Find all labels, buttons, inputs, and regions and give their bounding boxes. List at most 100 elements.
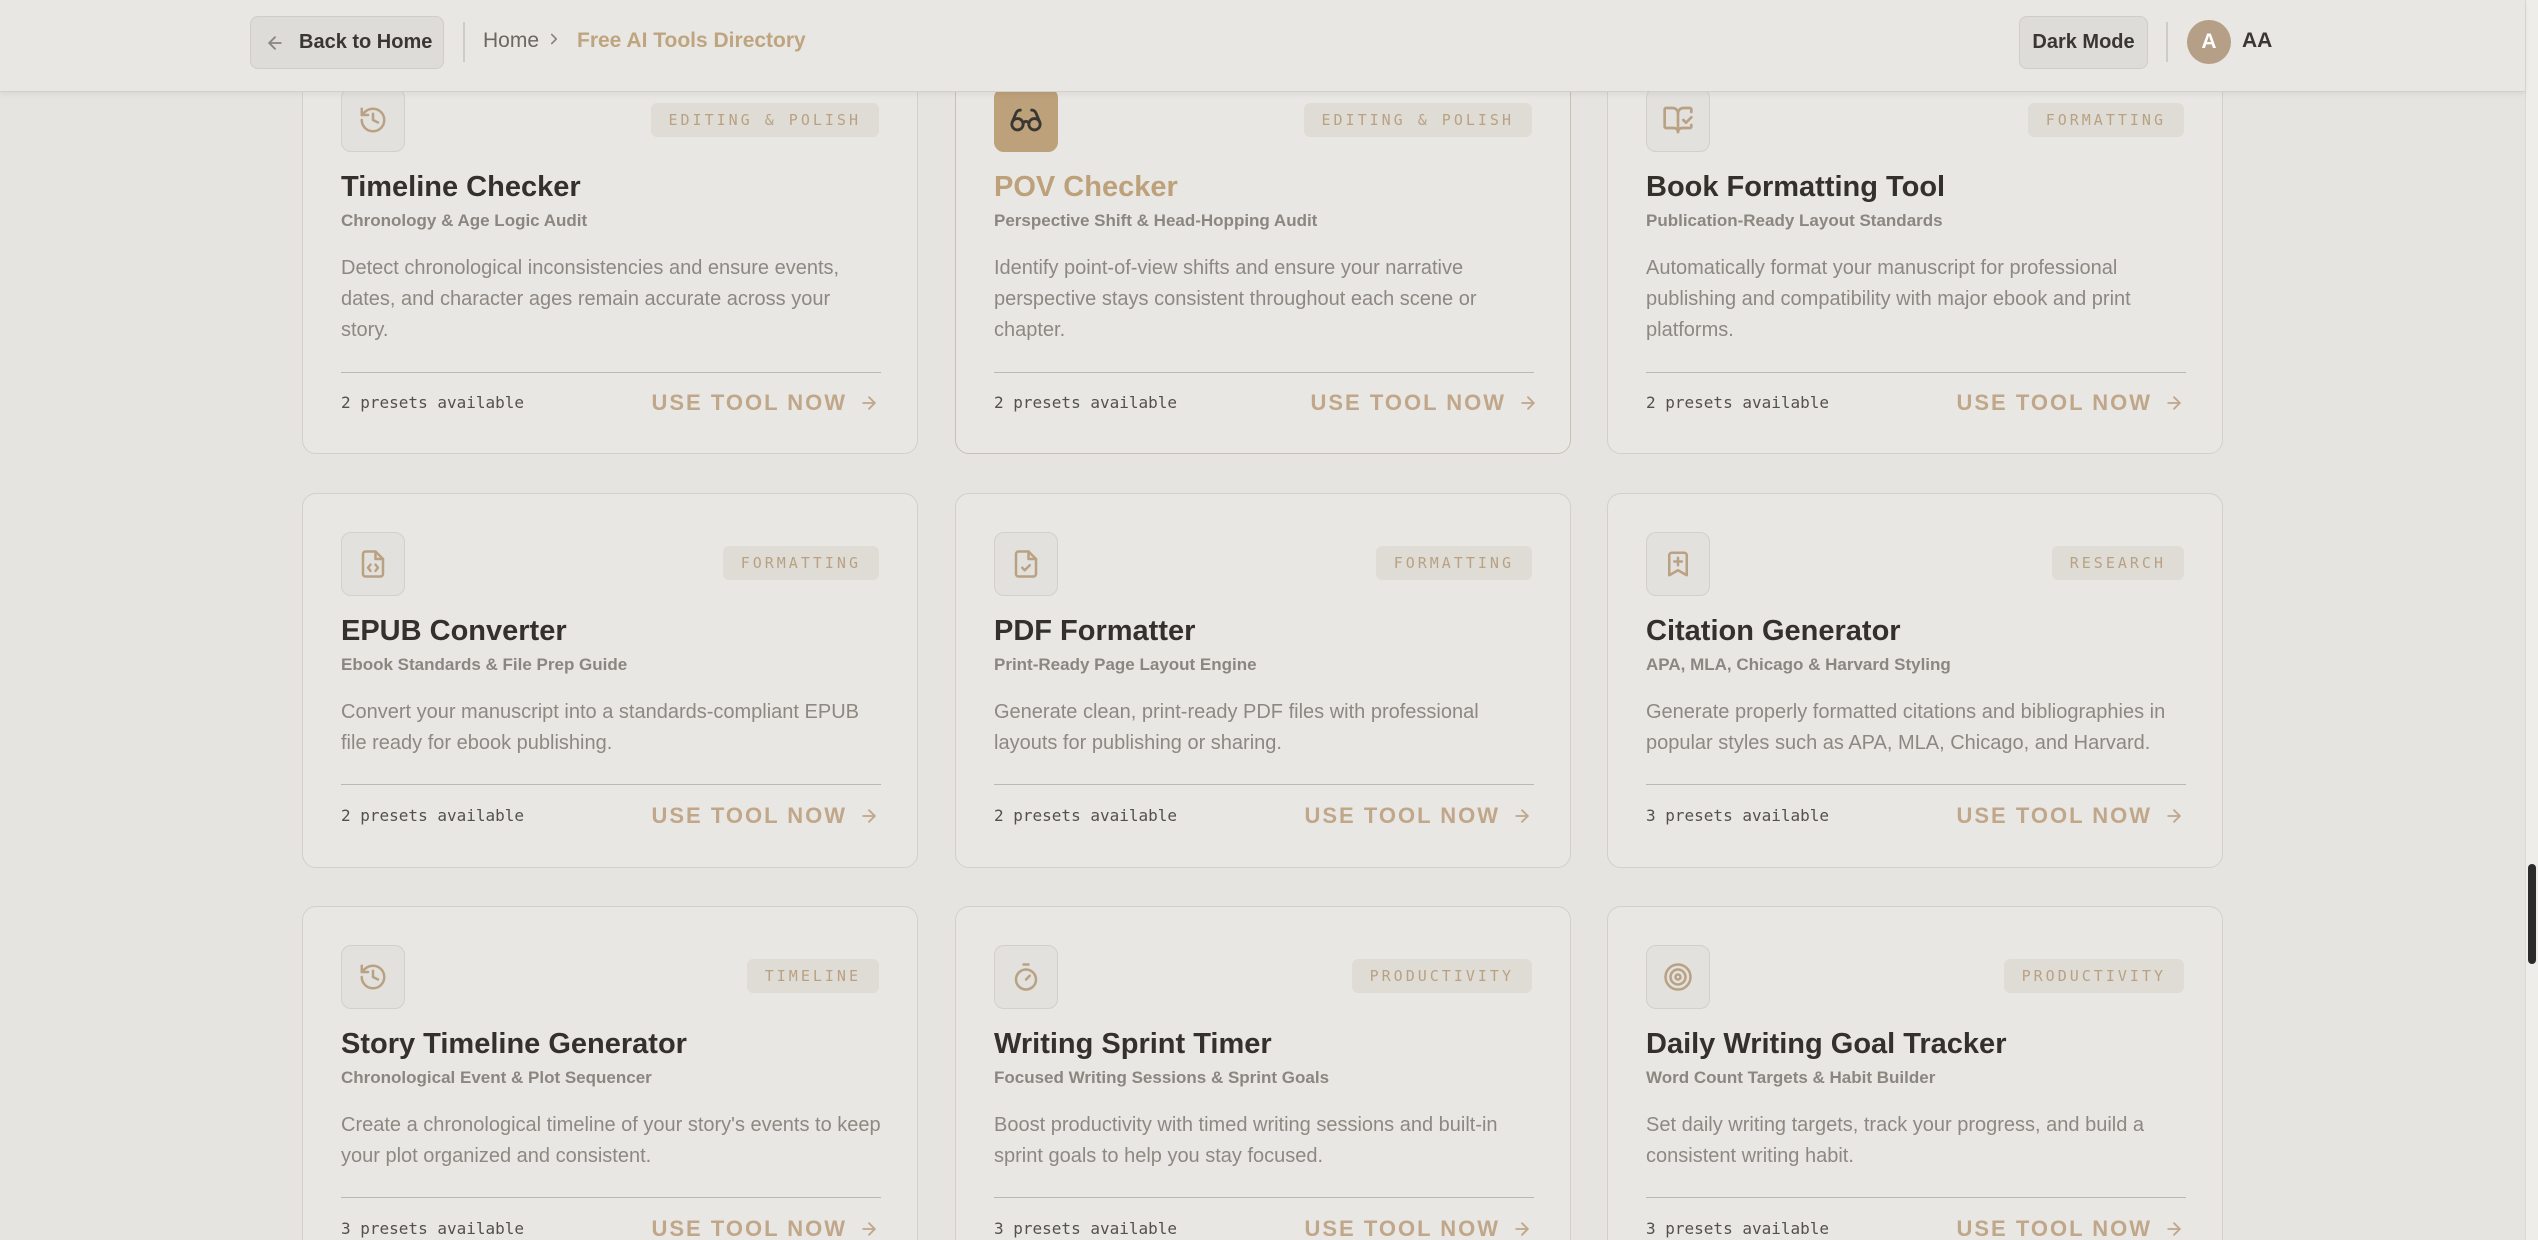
arrow-right-icon: [2167, 809, 2181, 823]
tool-card-citation-generator[interactable]: RESEARCH Citation Generator APA, MLA, Ch…: [1607, 493, 2223, 868]
tool-card-writing-sprint-timer[interactable]: PRODUCTIVITY Writing Sprint Timer Focuse…: [955, 906, 1571, 1240]
arrow-right-icon: [1515, 1222, 1529, 1236]
card-divider: [994, 784, 1534, 785]
use-tool-label: USE TOOL NOW: [1956, 803, 2152, 828]
tool-card-book-formatting-tool[interactable]: FORMATTING Book Formatting Tool Publicat…: [1607, 45, 2223, 454]
tool-description: Boost productivity with timed writing se…: [994, 1114, 1498, 1167]
tool-title: Book Formatting Tool: [1646, 171, 1946, 203]
tool-description: Generate clean, print-ready PDF files wi…: [994, 701, 1479, 754]
tool-card-pov-checker[interactable]: EDITING & POLISH POV Checker Perspective…: [955, 45, 1571, 454]
tool-title: EPUB Converter: [341, 615, 567, 647]
card-divider: [994, 372, 1534, 373]
arrow-right-icon: [862, 1222, 876, 1236]
tool-description: Set daily writing targets, track your pr…: [1646, 1114, 2145, 1167]
arrow-right-icon: [2167, 396, 2181, 410]
presets-count: 2 presets available: [341, 393, 525, 412]
category-badge: FORMATTING: [722, 546, 879, 580]
arrow-right-icon: [2167, 1222, 2181, 1236]
arrow-left-icon: [268, 35, 282, 50]
presets-count: 3 presets available: [341, 1219, 525, 1238]
presets-count: 2 presets available: [994, 806, 1178, 825]
use-tool-button[interactable]: USE TOOL NOW: [1956, 1216, 2184, 1240]
tool-title: POV Checker: [994, 171, 1178, 203]
use-tool-label: USE TOOL NOW: [651, 803, 847, 828]
arrow-right-icon: [1521, 396, 1535, 410]
breadcrumb-current-page: Free AI Tools Directory: [577, 29, 806, 52]
card-divider: [341, 372, 881, 373]
tool-card-epub-converter[interactable]: FORMATTING EPUB Converter Ebook Standard…: [302, 493, 918, 868]
use-tool-button[interactable]: USE TOOL NOW: [1956, 390, 2184, 416]
use-tool-button[interactable]: USE TOOL NOW: [651, 1216, 879, 1240]
use-tool-label: USE TOOL NOW: [1310, 390, 1506, 415]
use-tool-button[interactable]: USE TOOL NOW: [651, 803, 879, 829]
tool-subtitle: Focused Writing Sessions & Sprint Goals: [994, 1068, 1330, 1087]
tool-title: PDF Formatter: [994, 615, 1196, 647]
use-tool-label: USE TOOL NOW: [651, 390, 847, 415]
category-badge: EDITING & POLISH: [650, 103, 879, 137]
presets-count: 3 presets available: [994, 1219, 1178, 1238]
breadcrumb-home-link[interactable]: Home: [483, 29, 539, 53]
bookmark-plus-icon: [1646, 532, 1710, 596]
arrow-right-icon: [1515, 809, 1529, 823]
tool-subtitle: Word Count Targets & Habit Builder: [1646, 1068, 1936, 1087]
card-divider: [341, 784, 881, 785]
user-avatar[interactable]: A: [2187, 20, 2231, 64]
category-badge: PRODUCTIVITY: [2003, 959, 2184, 993]
back-to-home-label: Back to Home: [299, 31, 433, 53]
tool-card-daily-writing-goal-tracker[interactable]: PRODUCTIVITY Daily Writing Goal Tracker …: [1607, 906, 2223, 1240]
tool-card-timeline-checker[interactable]: EDITING & POLISH Timeline Checker Chrono…: [302, 45, 918, 454]
category-badge: TIMELINE: [746, 959, 879, 993]
back-to-home-button[interactable]: Back to Home: [250, 16, 444, 69]
glasses-icon: [994, 88, 1058, 152]
use-tool-label: USE TOOL NOW: [1304, 1216, 1500, 1240]
history-icon: [341, 945, 405, 1009]
tool-title: Story Timeline Generator: [341, 1028, 687, 1060]
category-badge: PRODUCTIVITY: [1351, 959, 1532, 993]
tool-card-pdf-formatter[interactable]: FORMATTING PDF Formatter Print-Ready Pag…: [955, 493, 1571, 868]
tool-title: Citation Generator: [1646, 615, 1901, 647]
card-divider: [994, 1197, 1534, 1198]
tool-subtitle: Ebook Standards & File Prep Guide: [341, 655, 628, 674]
presets-count: 2 presets available: [994, 393, 1178, 412]
tool-subtitle: Publication-Ready Layout Standards: [1646, 211, 1943, 230]
tool-card-story-timeline-generator[interactable]: TIMELINE Story Timeline Generator Chrono…: [302, 906, 918, 1240]
use-tool-button[interactable]: USE TOOL NOW: [1310, 390, 1538, 416]
use-tool-label: USE TOOL NOW: [651, 1216, 847, 1240]
use-tool-button[interactable]: USE TOOL NOW: [1956, 803, 2184, 829]
arrow-right-icon: [862, 809, 876, 823]
category-badge: FORMATTING: [2027, 103, 2184, 137]
text-size-button[interactable]: AA: [2242, 29, 2272, 53]
chevron-right-icon: [550, 33, 558, 45]
tool-subtitle: Chronology & Age Logic Audit: [341, 211, 588, 230]
tool-subtitle: Print-Ready Page Layout Engine: [994, 655, 1257, 674]
file-code-icon: [341, 532, 405, 596]
tool-description: Generate properly formatted citations an…: [1646, 701, 2166, 754]
presets-count: 3 presets available: [1646, 1219, 1830, 1238]
tool-description: Identify point-of-view shifts and ensure…: [994, 257, 1477, 341]
vertical-scrollbar[interactable]: [2525, 0, 2538, 1240]
presets-count: 2 presets available: [1646, 393, 1830, 412]
scrollbar-thumb[interactable]: [2528, 864, 2536, 964]
tool-title: Timeline Checker: [341, 171, 581, 203]
file-check-icon: [994, 532, 1058, 596]
card-divider: [341, 1197, 881, 1198]
dark-mode-toggle[interactable]: Dark Mode: [2019, 16, 2148, 69]
tool-subtitle: Perspective Shift & Head-Hopping Audit: [994, 211, 1318, 230]
tool-title: Writing Sprint Timer: [994, 1028, 1272, 1060]
category-badge: FORMATTING: [1375, 546, 1532, 580]
history-icon: [341, 88, 405, 152]
use-tool-button[interactable]: USE TOOL NOW: [1304, 803, 1532, 829]
use-tool-button[interactable]: USE TOOL NOW: [1304, 1216, 1532, 1240]
card-divider: [1646, 1197, 2186, 1198]
use-tool-label: USE TOOL NOW: [1956, 1216, 2152, 1240]
use-tool-label: USE TOOL NOW: [1956, 390, 2152, 415]
presets-count: 2 presets available: [341, 806, 525, 825]
tool-description: Automatically format your manuscript for…: [1646, 257, 2131, 341]
use-tool-button[interactable]: USE TOOL NOW: [651, 390, 879, 416]
top-navigation-bar: Back to Home Home Free AI Tools Director…: [0, 0, 2525, 92]
tool-description: Convert your manuscript into a standards…: [341, 701, 860, 754]
use-tool-label: USE TOOL NOW: [1304, 803, 1500, 828]
arrow-right-icon: [862, 396, 876, 410]
tool-description: Detect chronological inconsistencies and…: [341, 257, 840, 341]
book-open-check-icon: [1646, 88, 1710, 152]
